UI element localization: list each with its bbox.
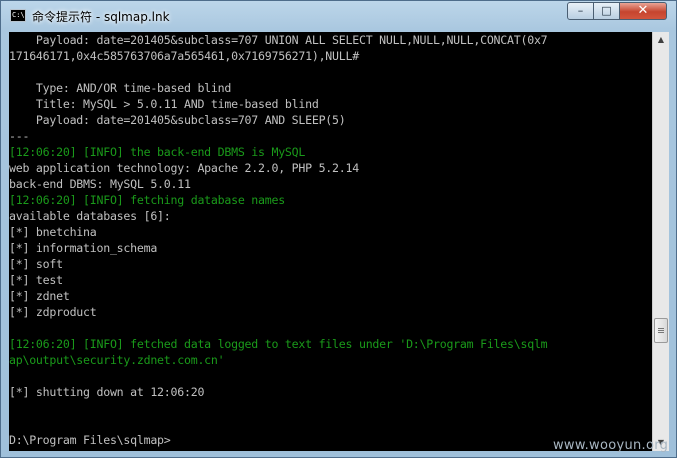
console-line: [*] test: [9, 273, 63, 287]
console-line: available databases [6]:: [9, 209, 171, 223]
console-lines: Payload: date=201405&subclass=707 UNION …: [9, 32, 652, 448]
maximize-button[interactable]: □: [594, 2, 620, 20]
console-line: [*] information_schema: [9, 241, 158, 255]
console-line: back-end DBMS: MySQL 5.0.11: [9, 177, 191, 191]
watermark: www.wooyun.org: [553, 438, 669, 453]
console-line: [*] soft: [9, 257, 63, 271]
minimize-button[interactable]: –: [567, 2, 594, 20]
grip-line: [658, 332, 664, 333]
scroll-thumb[interactable]: [654, 318, 668, 343]
console-line: [*] zdproduct: [9, 305, 97, 319]
console-line: [12:06:20] [INFO] fetching database name…: [9, 193, 285, 207]
console-line: web application technology: Apache 2.2.0…: [9, 161, 359, 175]
scroll-up-arrow-icon[interactable]: ▲: [654, 32, 668, 48]
console-line: 171646171,0x4c585763706a7a565461,0x71697…: [9, 49, 359, 63]
console-line: ---: [9, 129, 30, 143]
console-line: [*] shutting down at 12:06:20: [9, 385, 205, 399]
console-line: [12:06:20] [INFO] the back-end DBMS is M…: [9, 145, 306, 159]
console-line: Payload: date=201405&subclass=707 UNION …: [9, 33, 548, 47]
grip-line: [658, 328, 664, 329]
vertical-scrollbar[interactable]: ▲ ▼: [652, 32, 669, 451]
console-line: [*] zdnet: [9, 289, 70, 303]
close-button[interactable]: ✕: [620, 2, 667, 20]
console-line: Title: MySQL > 5.0.11 AND time-based bli…: [9, 97, 319, 111]
cmd-window: C:\ 命令提示符 - sqlmap.lnk – □ ✕ Payload: da…: [0, 0, 677, 458]
console-output[interactable]: Payload: date=201405&subclass=707 UNION …: [9, 32, 652, 451]
title-bar[interactable]: C:\ 命令提示符 - sqlmap.lnk – □ ✕: [1, 1, 676, 32]
window-title: 命令提示符 - sqlmap.lnk: [32, 10, 170, 24]
grip-line: [658, 330, 664, 331]
cmd-app-icon[interactable]: C:\: [10, 9, 26, 22]
console-line: ap\output\security.zdnet.com.cn': [9, 353, 225, 367]
console-line: [12:06:20] [INFO] fetched data logged to…: [9, 337, 548, 351]
console-line: [*] bnetchina: [9, 225, 97, 239]
console-line: Type: AND/OR time-based blind: [9, 81, 232, 95]
console-line: Payload: date=201405&subclass=707 AND SL…: [9, 113, 346, 127]
